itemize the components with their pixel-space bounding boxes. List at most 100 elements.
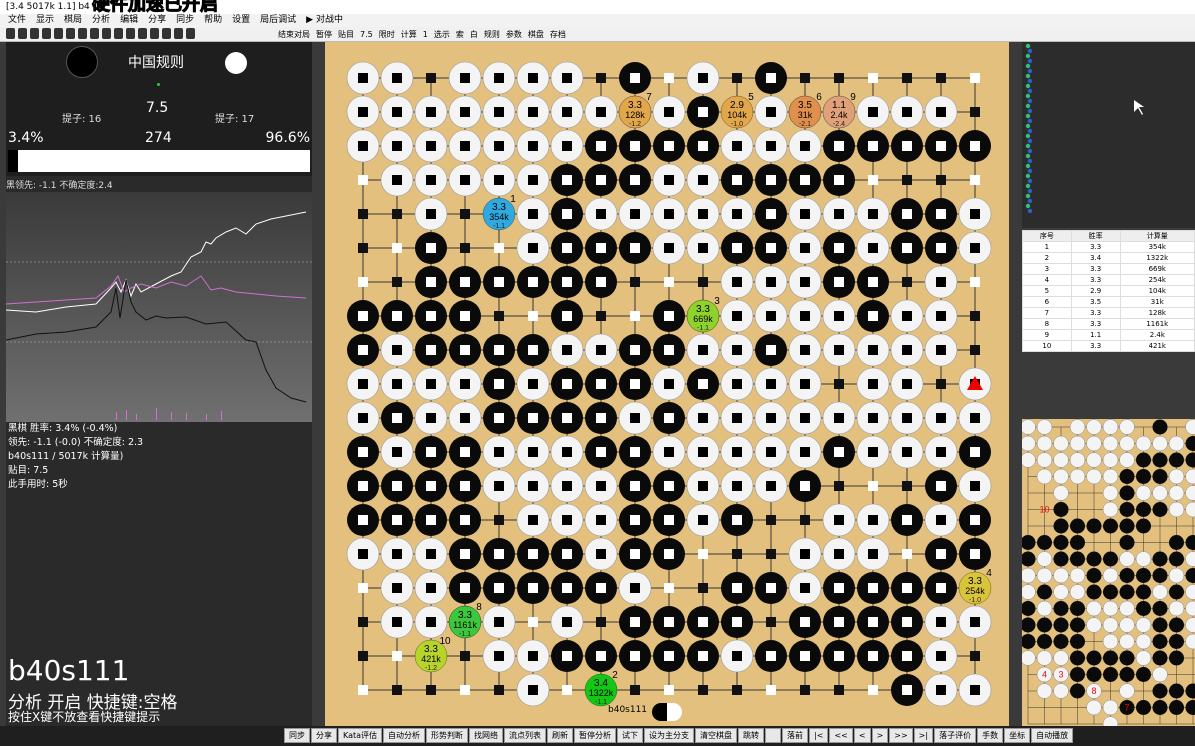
stone-icon[interactable]	[54, 28, 63, 39]
hand-icon[interactable]	[102, 28, 111, 39]
black-stone-icon[interactable]	[138, 28, 147, 39]
bottom-button-9[interactable]: 试下	[617, 728, 644, 743]
bottom-button-11[interactable]: 清空棋盘	[695, 728, 738, 743]
bottom-button-7[interactable]: 刷新	[547, 728, 574, 743]
bottom-button-3[interactable]: 自动分析	[383, 728, 426, 743]
table-row[interactable]: 1 3.3 354k	[1022, 241, 1195, 253]
toolbar-item-0[interactable]: 结束对局	[278, 27, 310, 42]
menu-item-10[interactable]: ▶ 对战中	[306, 14, 343, 27]
toolbar-item-12[interactable]: 棋盘	[528, 27, 544, 42]
bottom-button-4[interactable]: 形势判断	[426, 728, 469, 743]
redo-icon[interactable]	[78, 28, 87, 39]
menu-item-3[interactable]: 分析	[92, 14, 110, 27]
white-stone-icon[interactable]	[150, 28, 159, 39]
table-row[interactable]: 2 3.4 1322k	[1022, 252, 1195, 264]
toolbar-item-2[interactable]: 贴目	[338, 27, 354, 42]
candidate-move[interactable]: 3.3669k-1.13	[686, 296, 720, 333]
mini-white-stone	[1119, 600, 1135, 617]
toolbar-item-7[interactable]: 选示	[434, 27, 450, 42]
candidate-move[interactable]: 3.3128k-1.27	[618, 92, 652, 129]
table-row[interactable]: 7 3.3 128k	[1022, 307, 1195, 319]
open-icon[interactable]	[18, 28, 27, 39]
save-icon[interactable]	[30, 28, 39, 39]
menu-item-2[interactable]: 棋局	[64, 14, 82, 27]
table-row[interactable]: 8 3.3 1161k	[1022, 318, 1195, 330]
candidate-move[interactable]: 3.3354k-1.11	[482, 194, 516, 231]
table-row[interactable]: 4 3.3 254k	[1022, 274, 1195, 286]
menu-item-0[interactable]: 文件	[8, 14, 26, 27]
mini-board[interactable]: 10 4 3 8 7	[1022, 419, 1195, 726]
bottom-button-13[interactable]	[765, 728, 782, 743]
close-icon[interactable]	[186, 28, 195, 39]
bottom-button-16[interactable]: <<	[829, 728, 853, 743]
table-row[interactable]: 3 3.3 669k	[1022, 263, 1195, 275]
winrate-graph[interactable]	[6, 192, 312, 422]
candidate-move[interactable]: 3.41322k-1.12	[584, 670, 618, 707]
candidate-move[interactable]: 2.9104k-1.05	[720, 92, 754, 129]
toolbar-item-9[interactable]: 白	[470, 27, 478, 42]
table-header[interactable]: 序号	[1022, 230, 1072, 242]
menu-item-4[interactable]: 编辑	[120, 14, 138, 27]
toolbar-item-6[interactable]: 1	[423, 27, 428, 42]
bottom-button-18[interactable]: >	[871, 728, 889, 743]
table-row[interactable]: 10 3.3 421k	[1022, 340, 1195, 352]
table-row[interactable]: 9 1.1 2.4k	[1022, 329, 1195, 341]
menu-item-9[interactable]: 局后调试	[260, 14, 296, 27]
bottom-button-8[interactable]: 暂停分析	[574, 728, 617, 743]
bottom-button-20[interactable]: >|	[913, 728, 934, 743]
table-row[interactable]: 6 3.5 31k	[1022, 296, 1195, 308]
toolbar-item-4[interactable]: 限时	[379, 27, 395, 42]
bottom-button-12[interactable]: 跳转	[738, 728, 765, 743]
go-board[interactable]: 3.3 354k -1.1 1 3.4 1322k -1.1 2 3.3 669k -1.1 3 3.3…	[325, 42, 1009, 726]
tree-node	[1025, 203, 1031, 209]
toolbar-item-11[interactable]: 参数	[506, 27, 522, 42]
bottom-button-0[interactable]: 同步	[284, 728, 310, 743]
candidate-move[interactable]: 3.3421k-1.210	[414, 636, 451, 673]
toolbar-item-10[interactable]: 规则	[484, 27, 500, 42]
bottom-button-10[interactable]: 设为主分支	[644, 728, 695, 743]
toolbar-item-5[interactable]: 计算	[401, 27, 417, 42]
pen-icon[interactable]	[126, 28, 135, 39]
variation-tree[interactable]	[1022, 42, 1195, 228]
menu-item-1[interactable]: 显示	[36, 14, 54, 27]
bottom-button-6[interactable]: 流点列表	[504, 728, 547, 743]
bottom-button-19[interactable]: >>	[889, 728, 913, 743]
turn-toggle[interactable]	[652, 703, 682, 721]
down-icon[interactable]	[90, 28, 99, 39]
eraser-icon[interactable]	[114, 28, 123, 39]
territory-marker	[630, 277, 640, 287]
bottom-button-23[interactable]: 坐标	[1004, 728, 1031, 743]
bottom-button-14[interactable]: 落前	[782, 728, 809, 743]
bottom-button-5[interactable]: 找网络	[469, 728, 504, 743]
candidate-move[interactable]: 1.12.4k-2.49	[822, 92, 856, 129]
new-icon[interactable]	[6, 28, 15, 39]
gear-icon[interactable]	[162, 28, 171, 39]
menu-item-5[interactable]: 分享	[148, 14, 166, 27]
table-header[interactable]: 胜率	[1070, 230, 1121, 242]
menu-item-6[interactable]: 同步	[176, 14, 194, 27]
undo-icon[interactable]	[66, 28, 75, 39]
territory-marker	[630, 685, 640, 695]
cross-icon[interactable]	[174, 28, 183, 39]
flash-icon[interactable]	[42, 28, 51, 39]
bottom-button-24[interactable]: 自动播放	[1031, 728, 1074, 743]
table-header[interactable]: 计算量	[1119, 230, 1195, 242]
bottom-button-21[interactable]: 落子评价	[934, 728, 977, 743]
menu-item-7[interactable]: 帮助	[204, 14, 222, 27]
toolbar-item-1[interactable]: 暂停	[316, 27, 332, 42]
candidate-move[interactable]: 3.31161k-1.18	[448, 602, 482, 639]
mini-move-label: 7	[1124, 703, 1129, 713]
toolbar-item-3[interactable]: 7.5	[360, 27, 373, 42]
bottom-button-1[interactable]: 分享	[311, 728, 337, 743]
toolbar-item-8[interactable]: 索	[456, 27, 464, 42]
bottom-button-15[interactable]: |<	[809, 728, 829, 743]
toolbar-item-13[interactable]: 存档	[550, 27, 566, 42]
table-row[interactable]: 5 2.9 104k	[1022, 285, 1195, 297]
candidate-move[interactable]: 3.531k-2.16	[788, 92, 822, 129]
territory-marker	[630, 345, 640, 355]
menu-item-8[interactable]: 设置	[232, 14, 250, 27]
bottom-button-2[interactable]: Kata评估	[338, 728, 383, 743]
bottom-button-22[interactable]: 手数	[977, 728, 1004, 743]
candidate-move[interactable]: 3.3254k-1.04	[958, 568, 992, 605]
bottom-button-17[interactable]: <	[853, 728, 871, 743]
